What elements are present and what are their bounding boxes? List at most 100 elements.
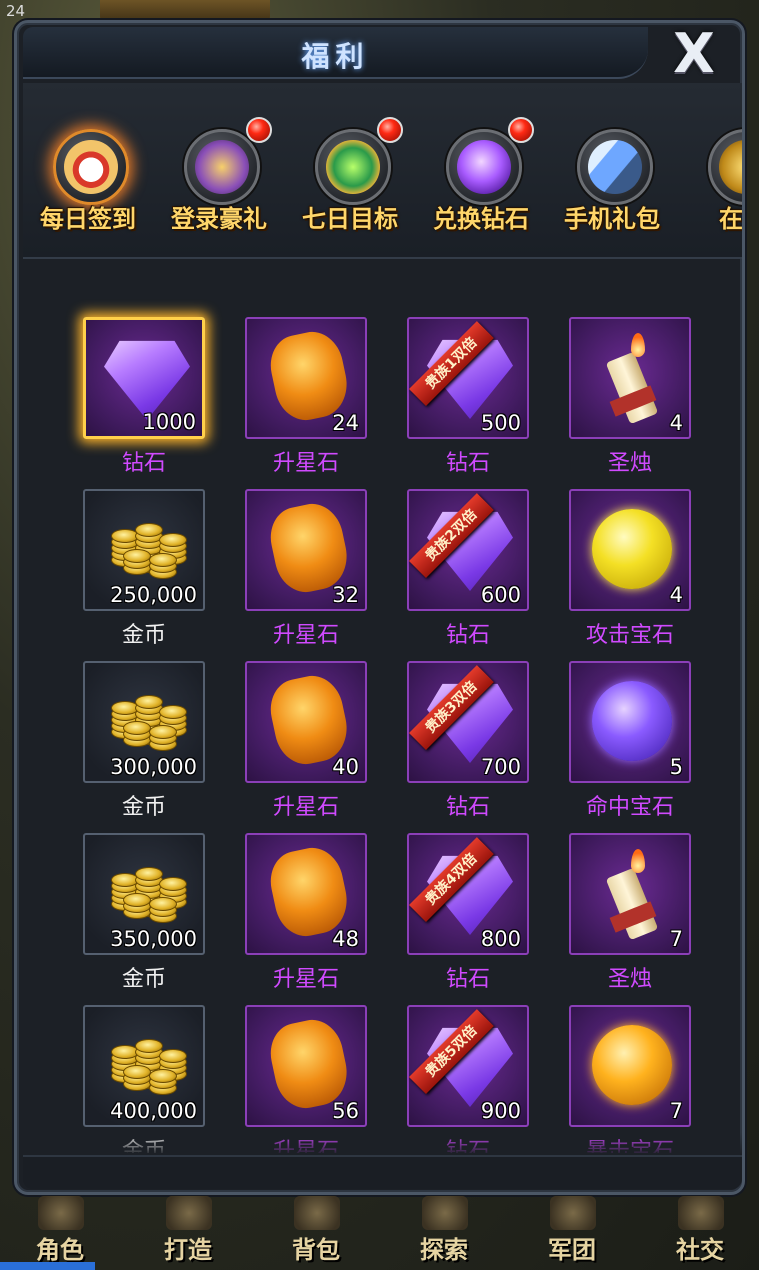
- reward-cell[interactable]: 7暴击宝石: [569, 1005, 693, 1153]
- reward-cell[interactable]: 300,000 金币: [83, 661, 207, 833]
- reward-cell[interactable]: 4 圣烛: [569, 317, 693, 489]
- reward-slot[interactable]: 5: [569, 661, 691, 783]
- reward-cell[interactable]: 24 升星石: [245, 317, 369, 489]
- accuracy-gem-icon: [592, 681, 672, 761]
- reward-slot[interactable]: 40: [245, 661, 367, 783]
- reward-cell[interactable]: 7 圣烛: [569, 833, 693, 1005]
- diamond-icon: [104, 340, 190, 420]
- phone-icon: [577, 129, 653, 205]
- reward-cell[interactable]: 1000 钻石: [83, 317, 207, 489]
- reward-slot[interactable]: 贵族2双倍 600: [407, 489, 529, 611]
- reward-count: 7: [669, 1099, 683, 1123]
- reward-slot[interactable]: 32: [245, 489, 367, 611]
- nav-progress-bar: [0, 1262, 95, 1270]
- reward-slot[interactable]: 7: [569, 1005, 691, 1127]
- reward-cell[interactable]: 250,000 金币: [83, 489, 207, 661]
- reward-slot[interactable]: 1000: [83, 317, 205, 439]
- tab-label: 在线: [719, 205, 742, 233]
- tab-1[interactable]: 登录豪礼: [156, 117, 282, 257]
- nav-item-0[interactable]: 角色: [0, 1196, 120, 1270]
- nav-label: 打造: [164, 1236, 212, 1264]
- reward-slot[interactable]: 350,000: [83, 833, 205, 955]
- reward-slot[interactable]: 300,000: [83, 661, 205, 783]
- tab-0[interactable]: 每日签到: [25, 117, 151, 257]
- reward-count: 5: [669, 755, 683, 779]
- reward-cell[interactable]: 40 升星石: [245, 661, 369, 833]
- critical-gem-icon: [592, 1025, 672, 1105]
- reward-count: 350,000: [110, 927, 197, 951]
- dialog-title: 福利: [301, 40, 370, 73]
- reward-name: 金币: [121, 967, 166, 992]
- nav-item-5[interactable]: 社交: [640, 1196, 759, 1270]
- online-gift-icon: [708, 129, 742, 205]
- reward-slot[interactable]: 24: [245, 317, 367, 439]
- reward-slot[interactable]: 贵族4双倍 800: [407, 833, 529, 955]
- reward-count: 1000: [142, 410, 196, 434]
- bottom-nav: 角色 打造 背包 探索 军团 社交: [0, 1196, 759, 1270]
- nav-item-4[interactable]: 军团: [512, 1196, 632, 1270]
- tab-5[interactable]: 在线: [680, 117, 742, 257]
- reward-slot[interactable]: 贵族5双倍 900: [407, 1005, 529, 1127]
- dialog-title-bar: 福利: [23, 27, 648, 79]
- reward-name: 升星石: [272, 451, 339, 476]
- reward-cell[interactable]: 贵族5双倍900钻石: [407, 1005, 531, 1153]
- reward-cell[interactable]: 400,000金币: [83, 1005, 207, 1153]
- reward-name: 钻石: [445, 795, 490, 820]
- reward-cell[interactable]: 5 命中宝石: [569, 661, 693, 833]
- reward-slot[interactable]: 48: [245, 833, 367, 955]
- reward-cell[interactable]: 350,000 金币: [83, 833, 207, 1005]
- welfare-dialog: 福利 X 每日签到登录豪礼七日目标兑换钻石手机礼包在线 1000钻石24升星石贵…: [14, 20, 745, 1195]
- dialog-bottom-band: [23, 1155, 742, 1189]
- nav-item-2[interactable]: 背包: [256, 1196, 376, 1270]
- reward-cell[interactable]: 贵族3双倍 700 钻石: [407, 661, 531, 833]
- backpack-icon: [294, 1196, 340, 1230]
- reward-slot[interactable]: 7: [569, 833, 691, 955]
- gold-coins-icon: [105, 857, 189, 927]
- calendar-icon: [53, 129, 129, 205]
- reward-count: 800: [480, 927, 521, 951]
- reward-cell[interactable]: 56升星石: [245, 1005, 369, 1153]
- reward-count: 500: [480, 411, 521, 435]
- reward-cell[interactable]: 48 升星石: [245, 833, 369, 1005]
- game-screen: 24 福利 X 每日签到 登录豪礼 七日目标 兑换钻石 手机礼包 在线 1000 钻石 24 升…: [0, 0, 759, 1270]
- reward-count: 900: [480, 1099, 521, 1123]
- reward-grid[interactable]: 1000 钻石 24 升星石 贵族1双倍 500 钻石 4 圣烛 250,000 金币 32 升星石 贵族…: [23, 261, 742, 1153]
- nav-item-1[interactable]: 打造: [128, 1196, 248, 1270]
- reward-name: 升星石: [272, 967, 339, 992]
- nav-item-3[interactable]: 探索: [384, 1196, 504, 1270]
- tab-2[interactable]: 七日目标: [287, 117, 413, 257]
- reward-slot[interactable]: 400,000: [83, 1005, 205, 1127]
- reward-slot[interactable]: 4: [569, 317, 691, 439]
- reward-slot[interactable]: 贵族1双倍 500: [407, 317, 529, 439]
- reward-name: 钻石: [445, 623, 490, 648]
- tab-4[interactable]: 手机礼包: [549, 117, 675, 257]
- tab-label: 兑换钻石: [433, 205, 529, 233]
- reward-slot[interactable]: 4: [569, 489, 691, 611]
- reward-count: 24: [332, 411, 359, 435]
- reward-name: 命中宝石: [585, 795, 674, 820]
- reward-count: 250,000: [110, 583, 197, 607]
- reward-slot[interactable]: 贵族3双倍 700: [407, 661, 529, 783]
- reward-cell[interactable]: 32 升星石: [245, 489, 369, 661]
- compass-icon: [422, 1196, 468, 1230]
- reward-cell[interactable]: 贵族1双倍 500 钻石: [407, 317, 531, 489]
- reward-count: 4: [669, 411, 683, 435]
- reward-cell[interactable]: 贵族2双倍 600 钻石: [407, 489, 531, 661]
- reward-slot[interactable]: 250,000: [83, 489, 205, 611]
- close-button[interactable]: X: [652, 22, 736, 85]
- reward-count: 600: [480, 583, 521, 607]
- reward-cell[interactable]: 贵族4双倍 800 钻石: [407, 833, 531, 1005]
- reward-name: 攻击宝石: [585, 623, 674, 648]
- reward-name: 钻石: [121, 451, 166, 476]
- reward-slot[interactable]: 56: [245, 1005, 367, 1127]
- grid-fade: [23, 1133, 742, 1155]
- reward-count: 700: [480, 755, 521, 779]
- seven-target-icon: [315, 129, 391, 205]
- tab-label: 每日签到: [40, 205, 136, 233]
- tab-label: 七日目标: [302, 205, 398, 233]
- notification-dot-icon: [246, 117, 272, 143]
- reward-cell[interactable]: 4 攻击宝石: [569, 489, 693, 661]
- tab-3[interactable]: 兑换钻石: [418, 117, 544, 257]
- reward-count: 400,000: [110, 1099, 197, 1123]
- reward-name: 圣烛: [607, 967, 652, 992]
